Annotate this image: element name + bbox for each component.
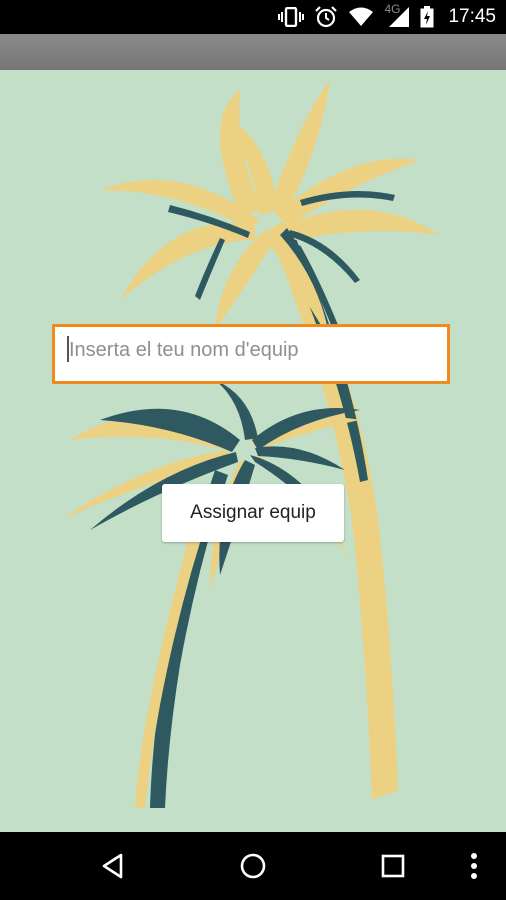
text-cursor — [67, 336, 69, 362]
navigation-bar — [0, 832, 506, 900]
status-time: 17:45 — [448, 6, 496, 27]
battery-charging-icon — [420, 6, 434, 28]
recents-button[interactable] — [358, 832, 428, 900]
main-content — [0, 70, 506, 832]
assign-team-button[interactable]: Assignar equip — [162, 484, 344, 542]
action-bar — [0, 34, 506, 70]
more-options-button[interactable] — [444, 832, 504, 900]
palm-trees-background — [60, 80, 440, 808]
recents-icon — [381, 854, 405, 878]
status-bar: 4G 17:45 — [0, 0, 506, 34]
more-icon — [471, 853, 477, 879]
home-icon — [240, 853, 266, 879]
status-icons: 4G 17:45 — [278, 0, 496, 34]
back-button[interactable] — [78, 832, 148, 900]
wifi-icon — [349, 7, 374, 26]
home-button[interactable] — [218, 832, 288, 900]
signal-icon — [389, 7, 410, 27]
vibrate-icon — [278, 7, 305, 27]
alarm-icon — [315, 6, 338, 28]
back-icon — [102, 853, 123, 879]
team-name-input[interactable] — [52, 324, 450, 384]
